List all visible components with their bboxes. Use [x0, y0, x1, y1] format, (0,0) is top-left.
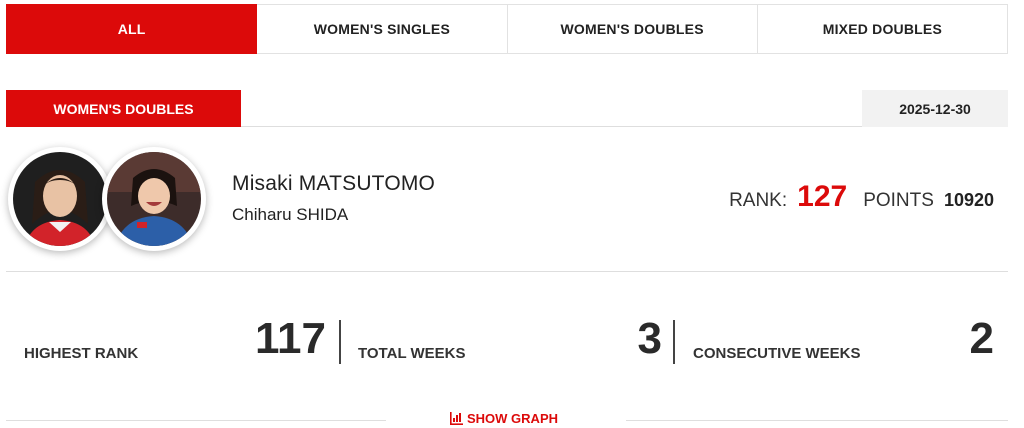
consecutive-weeks-value: 2: [969, 314, 994, 363]
tab-all[interactable]: ALL: [6, 4, 258, 54]
total-weeks-value: 3: [637, 314, 662, 363]
graph-toggle-row: SHOW GRAPH: [6, 408, 1008, 428]
consecutive-weeks-label: CONSECUTIVE WEEKS: [693, 345, 861, 362]
tab-mixed-doubles[interactable]: MIXED DOUBLES: [757, 4, 1008, 54]
player-name-2[interactable]: Chiharu SHIDA: [232, 205, 435, 225]
rank-points: RANK: 127 POINTS 10920: [729, 180, 994, 214]
chart-bar-icon: [450, 412, 463, 425]
divider-line: [626, 420, 1008, 421]
player-names: Misaki MATSUTOMO Chiharu SHIDA: [232, 172, 435, 225]
rank-value: 127: [797, 180, 848, 213]
player-photo-icon: [13, 152, 107, 246]
stat-divider: [673, 320, 675, 364]
category-label: WOMEN'S DOUBLES: [6, 90, 241, 127]
divider-line: [6, 420, 386, 421]
total-weeks-label: TOTAL WEEKS: [358, 345, 466, 362]
ranking-subheader: WOMEN'S DOUBLES 2025-12-30: [6, 90, 1008, 127]
player-avatar-1: [8, 147, 112, 251]
player-row: Misaki MATSUTOMO Chiharu SHIDA RANK: 127…: [6, 140, 1008, 272]
show-graph-label: SHOW GRAPH: [467, 411, 558, 426]
show-graph-button[interactable]: SHOW GRAPH: [450, 411, 558, 426]
category-tabs: ALL WOMEN'S SINGLES WOMEN'S DOUBLES MIXE…: [6, 4, 1008, 54]
ranking-stats: HIGHEST RANK 117 TOTAL WEEKS 3 CONSECUTI…: [6, 314, 1008, 370]
player-photo-icon: [107, 152, 201, 246]
points-value: 10920: [943, 190, 994, 210]
highest-rank-label: HIGHEST RANK: [24, 345, 139, 362]
points-label: POINTS: [863, 190, 934, 211]
player-name-1[interactable]: Misaki MATSUTOMO: [232, 172, 435, 196]
stat-divider: [339, 320, 341, 364]
player-avatar-2: [102, 147, 206, 251]
tab-womens-doubles[interactable]: WOMEN'S DOUBLES: [507, 4, 758, 54]
ranking-date: 2025-12-30: [862, 90, 1008, 127]
tab-womens-singles[interactable]: WOMEN'S SINGLES: [257, 4, 508, 54]
highest-rank-value: 117: [255, 314, 326, 363]
rank-label: RANK:: [729, 190, 788, 211]
